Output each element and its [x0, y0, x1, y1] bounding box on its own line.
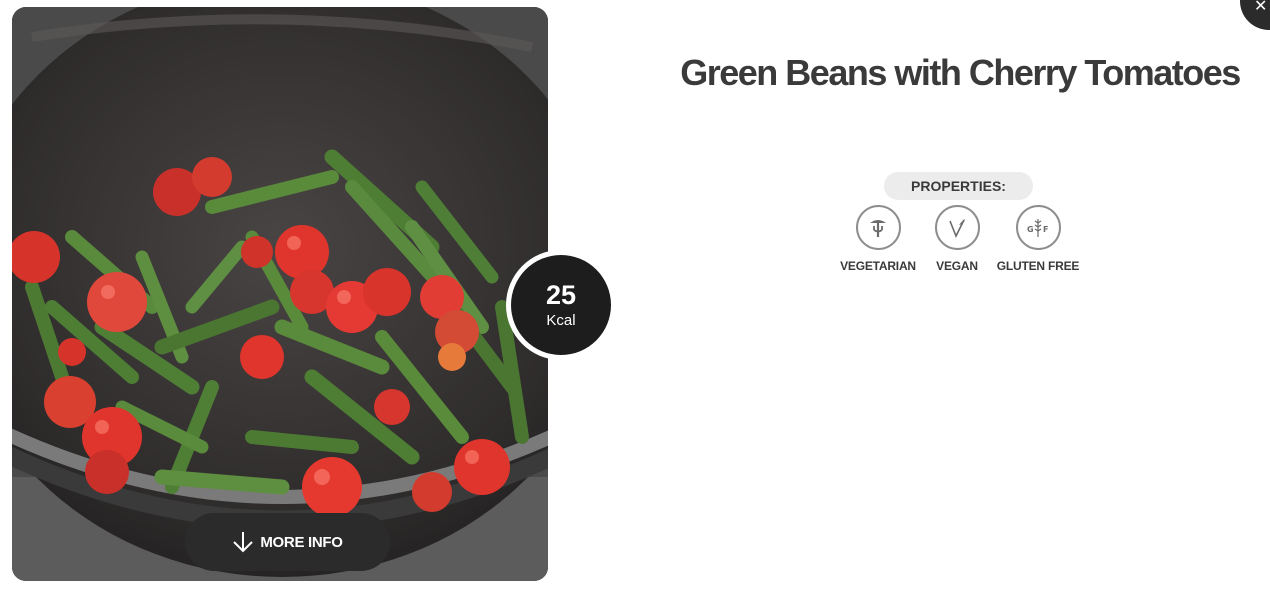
kcal-value: 25 — [545, 280, 577, 310]
recipe-title: Green Beans with Cherry Tomatoes — [680, 52, 1241, 93]
property-gluten-free: G F GLUTEN FREE — [996, 205, 1080, 273]
svg-text:G: G — [1027, 225, 1034, 234]
recipe-photo — [12, 7, 548, 581]
close-button[interactable]: ✕ — [1240, 0, 1270, 30]
arrow-down-icon — [232, 530, 254, 554]
property-label: GLUTEN FREE — [996, 259, 1080, 273]
kcal-unit: Kcal — [546, 312, 576, 329]
property-vegan: VEGAN — [931, 205, 983, 273]
svg-text:F: F — [1043, 225, 1048, 234]
kcal-badge: 25 Kcal — [506, 250, 616, 360]
gluten-free-icon: G F — [1015, 205, 1061, 250]
more-info-label: MORE INFO — [260, 533, 343, 551]
more-info-button[interactable]: MORE INFO — [185, 513, 390, 571]
property-vegetarian: VEGETARIAN — [840, 205, 916, 273]
vegan-icon — [934, 205, 980, 250]
property-label: VEGETARIAN — [840, 259, 916, 273]
kcal-circle: 25 Kcal — [511, 255, 611, 355]
close-icon: ✕ — [1254, 0, 1268, 15]
properties-heading: PROPERTIES: — [884, 172, 1033, 200]
recipe-page: MORE INFO 25 Kcal ✕ Green Beans with Che… — [0, 0, 1270, 592]
vegetarian-icon — [855, 205, 901, 250]
property-label: VEGAN — [936, 259, 978, 273]
